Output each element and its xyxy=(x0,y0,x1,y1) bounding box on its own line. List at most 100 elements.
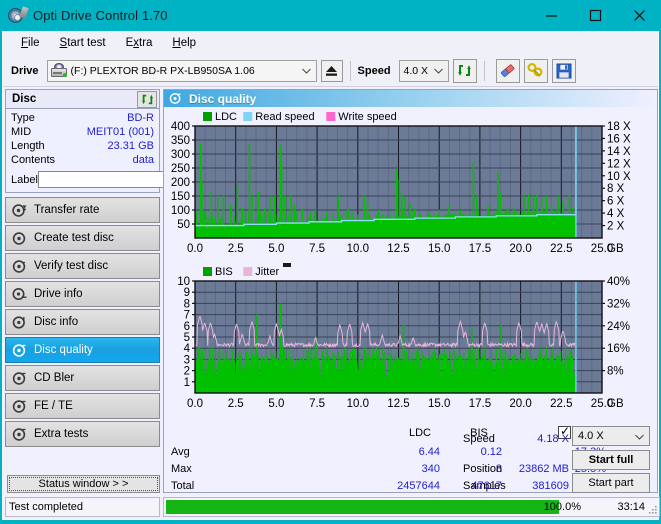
resize-grip-icon[interactable] xyxy=(648,505,658,515)
y-tick-label: 200 xyxy=(171,177,190,189)
sidebar-item-create-test-disc[interactable]: Create test disc xyxy=(5,225,160,251)
progress-percent: 100.0% xyxy=(543,501,581,513)
sidebar-item-verify-test-disc[interactable]: Verify test disc xyxy=(5,253,160,279)
y-tick-label: 7 xyxy=(184,310,190,322)
disc-verify-icon xyxy=(12,259,26,273)
eject-button[interactable] xyxy=(320,59,343,82)
test-speed-value: 4.0 X xyxy=(578,430,604,442)
menu-bar: FFileile Start test Extra Help xyxy=(3,31,658,55)
x-axis-unit: GB xyxy=(607,398,624,410)
marker-dash xyxy=(283,263,291,267)
bottom-chart: BIS Jitter 1 2 3 4 5 6 7 8 9 10 8% 16% 24% 32% 40% 0.0 2.5… xyxy=(164,262,657,417)
y-tick-label: 6 xyxy=(184,321,190,333)
sidebar-item-drive-info[interactable]: Drive info xyxy=(5,281,160,307)
x-tick-label: 12.5 xyxy=(387,243,409,255)
disc-row-key: MID xyxy=(11,126,32,138)
start-part-button[interactable]: Start part xyxy=(572,473,650,493)
x-tick-label: 0.0 xyxy=(187,398,203,410)
disc-row-value: data xyxy=(132,154,154,166)
disc-row-mid: MID MEIT01 (001) xyxy=(11,125,154,139)
disc-label-row: Label xyxy=(11,170,240,189)
refresh-button[interactable] xyxy=(452,58,477,83)
drive-select[interactable]: (F:) PLEXTOR BD-R PX-LB950SA 1.06 xyxy=(46,59,317,82)
test-speed-select[interactable]: 4.0 X xyxy=(572,426,650,446)
sidebar-item-label: Disc quality xyxy=(34,344,93,356)
disc-row-key: Length xyxy=(11,140,45,152)
eject-icon xyxy=(326,65,338,76)
stats-samples-value: 381609 xyxy=(532,480,569,492)
start-full-button[interactable]: Start full xyxy=(572,450,650,470)
menu-help[interactable]: Help xyxy=(162,34,206,52)
status-window-button[interactable]: Status window > > xyxy=(7,475,160,493)
cd-bler-icon xyxy=(12,371,26,385)
disc-row-value: MEIT01 (001) xyxy=(86,126,154,138)
disc-row-value: BD-R xyxy=(127,112,154,124)
save-icon xyxy=(556,63,572,78)
y-tick-label: 8 xyxy=(184,298,190,310)
toolbar-separator xyxy=(349,60,351,81)
x-tick-label: 5.0 xyxy=(268,243,284,255)
disc-speed-icon xyxy=(12,203,27,217)
x-tick-label: 17.5 xyxy=(469,398,491,410)
stats-row-total: Total xyxy=(171,480,195,492)
disc-row-value: 23.31 GB xyxy=(107,140,154,152)
y2-tick-label: 40% xyxy=(607,276,630,288)
left-panel: Disc Type BD-R MID MEIT01 (001) Length 2… xyxy=(5,89,240,493)
disc-box-title: Disc xyxy=(12,93,37,105)
y-tick-label: 350 xyxy=(171,135,190,147)
maximize-icon[interactable] xyxy=(573,0,617,31)
y-tick-label: 150 xyxy=(171,191,190,203)
sidebar-item-label: Extra tests xyxy=(34,428,89,440)
nav-list: Transfer rate Create test disc Verify te… xyxy=(5,197,160,447)
sidebar-item-fe-te[interactable]: FE / TE xyxy=(5,393,160,419)
menu-extra[interactable]: Extra xyxy=(116,34,163,52)
sidebar-item-label: Transfer rate xyxy=(34,204,100,216)
fe-te-icon xyxy=(12,399,26,413)
minimize-icon[interactable] xyxy=(529,0,573,31)
erase-button[interactable] xyxy=(495,58,520,83)
menu-start-test[interactable]: Start test xyxy=(50,34,116,52)
y-tick-label: 2 xyxy=(184,366,190,378)
sidebar-item-transfer-rate[interactable]: Transfer rate xyxy=(5,197,160,223)
menu-file[interactable]: FFileile xyxy=(11,34,50,52)
close-icon[interactable] xyxy=(617,0,661,31)
disc-refresh-button[interactable] xyxy=(137,91,157,108)
elapsed-time: 33:14 xyxy=(617,501,645,513)
legend-label: Jitter xyxy=(255,266,279,278)
status-bar: Test completed 100.0% 33:14 xyxy=(5,497,660,517)
window-controls xyxy=(529,0,661,31)
x-tick-label: 0.0 xyxy=(187,243,203,255)
tools-button[interactable] xyxy=(523,58,548,83)
stats-panel: LDC BIS Jitter Avg Max Total 6.44 340 24… xyxy=(164,424,657,493)
refresh-icon xyxy=(458,65,471,76)
section-title: Disc quality xyxy=(189,91,257,106)
sidebar-item-label: Create test disc xyxy=(34,232,114,244)
y-tick-label: 5 xyxy=(184,332,190,344)
y2-tick-label: 8% xyxy=(607,366,624,378)
y2-tick-label: 24% xyxy=(607,321,630,333)
toolbar: Drive (F:) PLEXTOR BD-R PX-LB950SA 1.06 … xyxy=(3,55,658,87)
x-tick-label: 15.0 xyxy=(428,243,450,255)
speed-select[interactable]: 4.0 X xyxy=(398,59,449,82)
stats-speed-value: 4.18 X xyxy=(537,433,569,445)
y-tick-label: 1 xyxy=(184,377,190,389)
legend-label: Read speed xyxy=(255,111,314,123)
toolbar-separator-2 xyxy=(483,60,485,81)
sidebar-item-cd-bler[interactable]: CD Bler xyxy=(5,365,160,391)
x-tick-label: 17.5 xyxy=(469,243,491,255)
sidebar-item-disc-quality[interactable]: Disc quality xyxy=(5,337,160,363)
x-tick-label: 7.5 xyxy=(309,243,325,255)
app-icon xyxy=(8,5,29,25)
disc-row-type: Type BD-R xyxy=(11,111,154,125)
refresh-green-icon xyxy=(141,94,153,105)
sidebar-item-label: Drive info xyxy=(34,288,83,300)
sidebar-item-disc-info[interactable]: Disc info xyxy=(5,309,160,335)
save-button[interactable] xyxy=(551,58,576,83)
tools-icon xyxy=(527,62,543,77)
y2-tick-label: 8 X xyxy=(607,183,625,195)
sidebar-item-extra-tests[interactable]: Extra tests xyxy=(5,421,160,447)
x-tick-label: 20.0 xyxy=(509,398,531,410)
legend-swatch xyxy=(243,112,253,121)
x-tick-label: 12.5 xyxy=(387,398,409,410)
y-tick-label: 100 xyxy=(171,205,190,217)
